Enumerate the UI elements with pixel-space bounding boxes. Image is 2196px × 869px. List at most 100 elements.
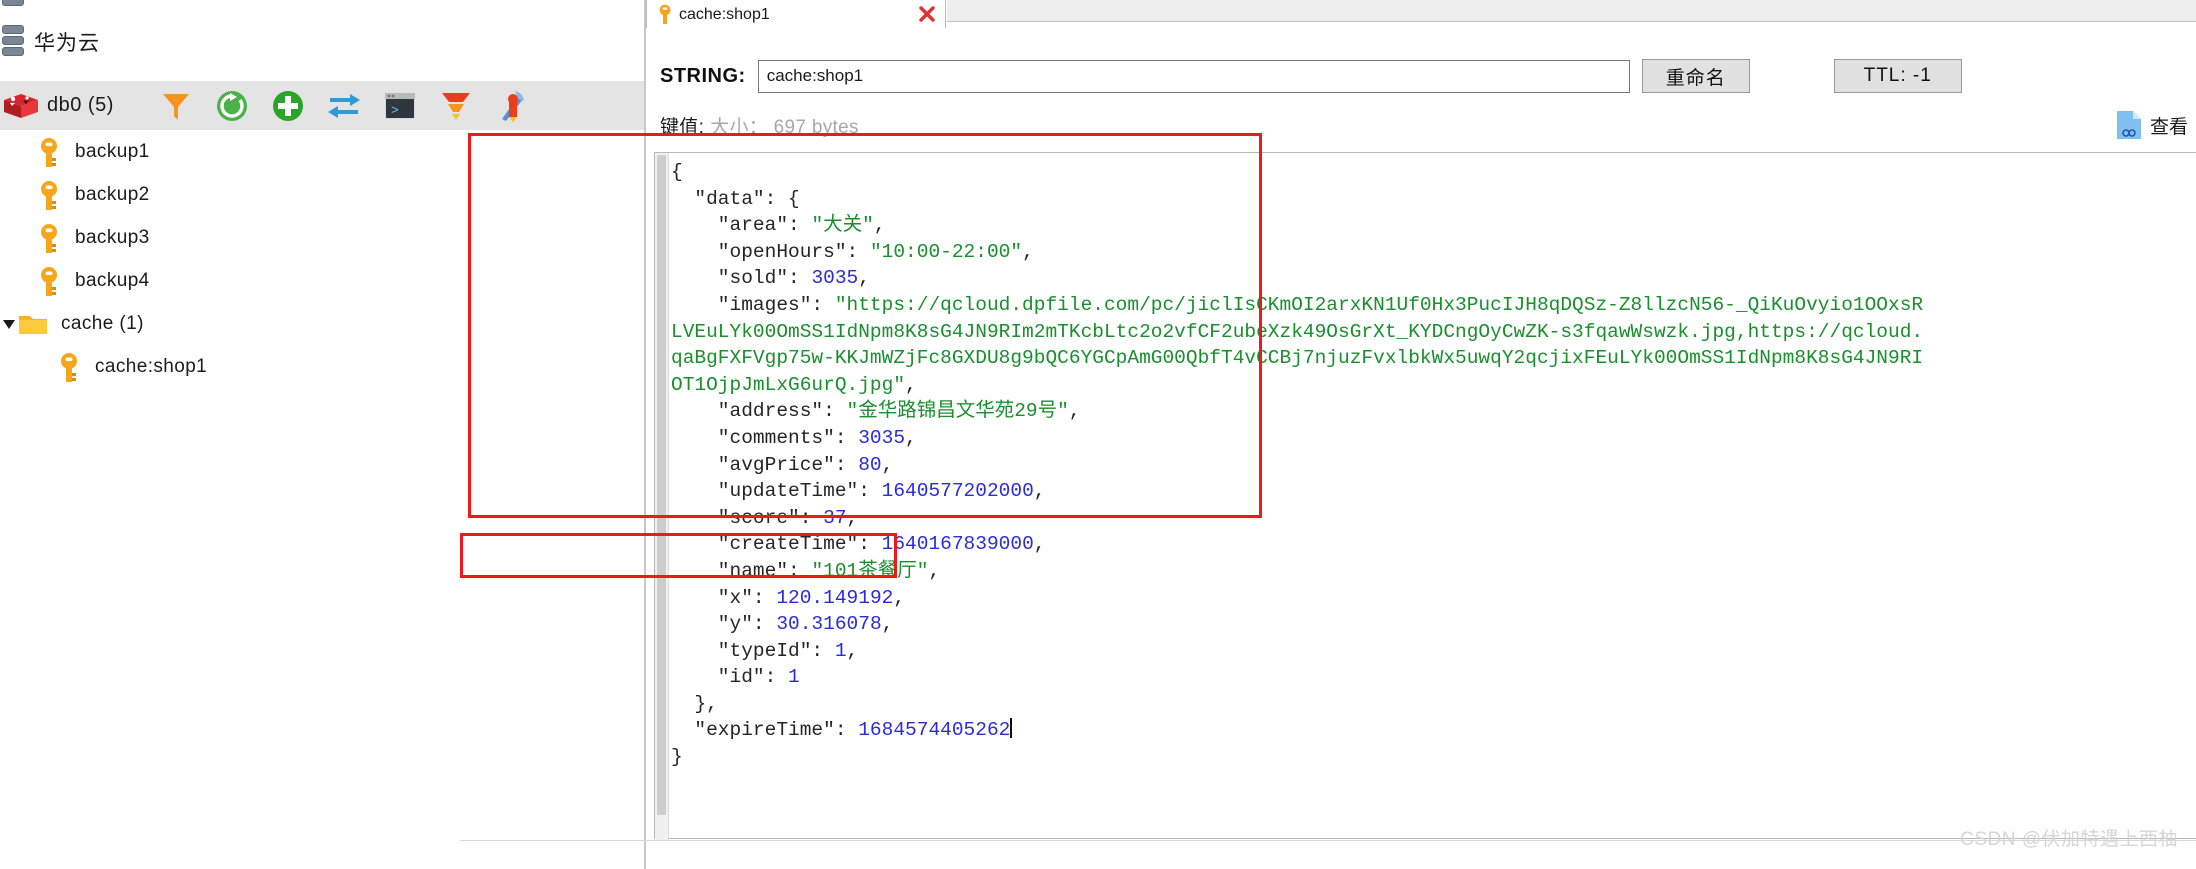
watermark: CSDN @伏加特遇上西柚 [1960,829,2178,850]
key-icon [36,223,62,253]
code-token: "score": [671,506,824,529]
code-token: "金华路锦昌文华苑29号" [846,400,1069,423]
key-icon [36,180,62,210]
code-token: "data": { [671,187,800,210]
code-token: qaBgFXFVgp75w-KKJmWZjFc8GXDU8g9bQC6YGCpA… [671,347,1924,370]
text-caret [1010,718,1013,739]
tools-icon[interactable] [495,89,529,123]
code-token: "openHours": [671,240,870,263]
code-token: , [1033,480,1046,503]
size-label: 大小： 697 bytes [710,116,859,138]
view-group[interactable]: 查看 [2116,110,2188,140]
code-line: "id": 1 [671,664,2196,691]
code-token: 30.316078 [776,613,882,636]
cloud-connection-header[interactable]: 华为云 [0,18,645,66]
scrollbar-thumb[interactable] [657,155,666,815]
chevron-down-icon[interactable] [0,315,18,333]
flush-icon[interactable] [439,89,473,123]
code-token: , [873,214,886,237]
code-token: 120.149192 [776,586,894,609]
code-line: qaBgFXFVgp75w-KKJmWZjFc8GXDU8g9bQC6YGCpA… [671,345,2196,372]
tree-item-backup1[interactable]: backup1 [0,130,645,173]
editor-scrollbar[interactable] [655,153,669,840]
code-token: , [881,613,894,636]
tree-item-label: backup3 [75,226,150,248]
key-icon [56,352,82,382]
db-stack-icon-partial [2,0,24,6]
code-token: 1684574405262 [858,719,1011,742]
code-token: 3035 [811,267,859,290]
code-token: "y": [671,613,777,636]
code-token: "address": [671,400,847,423]
ttl-button[interactable]: TTL: -1 [1833,59,1962,93]
view-label: 查看 [2149,116,2188,138]
code-token: "name": [671,559,812,582]
code-line: "address": "金华路锦昌文华苑29号", [671,398,2196,425]
code-line: "data": { [671,186,2196,213]
tree-item-label: cache:shop1 [95,355,208,377]
code-token: "10:00-22:00" [869,240,1023,263]
code-token: "expireTime": [671,719,859,742]
tree-item-label: cache (1) [61,312,144,334]
code-token: , [858,267,870,290]
code-token: { [671,161,683,183]
code-line: "images": "https://qcloud.dpfile.com/pc/… [671,292,2196,319]
code-token: , [905,373,917,396]
code-line: { [671,159,2196,186]
code-token: "images": [671,293,835,316]
tree-item-backup2[interactable]: backup2 [0,173,645,216]
filter-icon[interactable] [159,89,193,123]
console-icon[interactable]: > [383,89,417,123]
tree-item-backup3[interactable]: backup3 [0,216,645,259]
code-line: "createTime": 1640167839000, [671,531,2196,558]
code-token: "https://qcloud.dpfile.com/pc/jiclIsCKmO… [834,293,1924,316]
refresh-icon[interactable] [215,89,249,123]
sidebar-panel: 华为云 db0 (5) > backup1 backup2 backup3 ba… [0,0,645,869]
code-line: "typeId": 1, [671,638,2196,665]
tree-item-cache-1-[interactable]: cache (1) [0,302,645,345]
key-info-bar: 键值: 大小： 697 bytes 查看 [646,104,2196,146]
code-token: , [881,453,894,476]
bottom-divider [460,840,2196,841]
key-type-label: STRING: [660,64,746,87]
code-token: "typeId": [671,639,835,662]
code-token: , [905,426,917,449]
switch-db-icon[interactable] [327,89,361,123]
code-line: }, [671,691,2196,718]
code-line: } [671,744,2196,771]
code-token: "avgPrice": [671,453,859,476]
tree-item-label: backup1 [75,140,150,162]
code-line: "y": 30.316078, [671,611,2196,638]
key-detail-panel: cache:shop1 STRING: 重命名 TTL: -1 键值: 大小： … [646,0,2196,869]
value-editor[interactable]: { "data": { "area": "大关", "openHours": "… [654,152,2196,840]
tree-item-backup4[interactable]: backup4 [0,259,645,302]
rename-button[interactable]: 重命名 [1641,59,1750,93]
code-token: 37 [823,506,847,529]
tree-item-cache-shop1[interactable]: cache:shop1 [0,345,645,388]
db-label: db0 (5) [47,94,114,116]
code-line: "openHours": "10:00-22:00", [671,239,2196,266]
db-toolbar: db0 (5) > [0,81,645,130]
key-name-input[interactable] [757,59,1630,93]
folder-icon [18,312,48,336]
cloud-connection-label: 华为云 [34,32,100,55]
code-token: "大关" [811,214,874,237]
code-token: }, [671,692,718,715]
close-icon[interactable] [917,4,937,24]
tree-item-label: backup4 [75,269,150,291]
key-icon [36,137,62,167]
document-link-icon [2116,110,2142,140]
tab-strip-empty-area [947,0,2196,22]
tab-cache-shop1[interactable]: cache:shop1 [646,0,946,28]
code-token: 1640167839000 [881,533,1034,556]
code-line: "comments": 3035, [671,425,2196,452]
tree-item-label: backup2 [75,183,150,205]
tab-strip: cache:shop1 [646,0,2196,32]
add-icon[interactable] [271,89,305,123]
redis-cube-icon [3,91,41,121]
code-line: "score": 37, [671,505,2196,532]
code-line: "avgPrice": 80, [671,452,2196,479]
code-token: , [846,639,859,662]
json-value-content[interactable]: { "data": { "area": "大关", "openHours": "… [671,159,2196,838]
